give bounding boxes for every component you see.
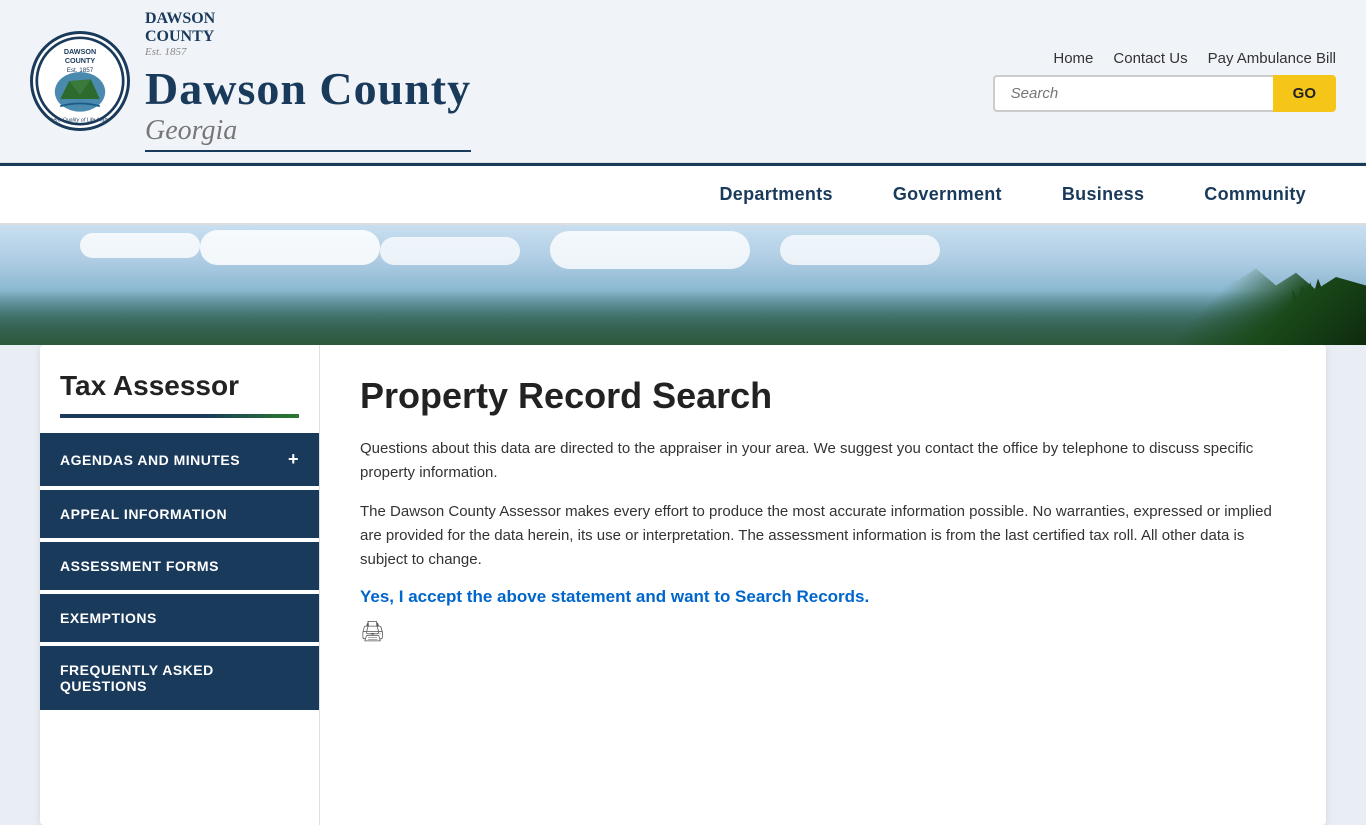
sidebar-item-assessment[interactable]: ASSESSMENT FORMS bbox=[40, 542, 319, 590]
svg-text:COUNTY: COUNTY bbox=[65, 56, 96, 65]
main-content: Property Record Search Questions about t… bbox=[320, 345, 1326, 825]
nav-departments[interactable]: Departments bbox=[689, 166, 862, 223]
header-right: Home Contact Us Pay Ambulance Bill GO bbox=[993, 50, 1336, 112]
dawson-county-title: Dawson County bbox=[145, 62, 471, 115]
cloud-4 bbox=[550, 231, 750, 269]
sidebar-item-faq[interactable]: FREQUENTLY ASKED QUESTIONS bbox=[40, 646, 319, 710]
plus-icon-agendas: + bbox=[288, 449, 299, 470]
sidebar-title: Tax Assessor bbox=[40, 370, 319, 414]
header-top-links: Home Contact Us Pay Ambulance Bill bbox=[1053, 50, 1336, 67]
svg-text:DAWSON: DAWSON bbox=[64, 47, 96, 56]
county-est: Est. 1857 bbox=[145, 46, 471, 58]
nav-community[interactable]: Community bbox=[1174, 166, 1336, 223]
logo-circle: DAWSON COUNTY Est. 1857 "Where Quality o… bbox=[30, 31, 130, 131]
cloud-2 bbox=[200, 230, 380, 265]
sidebar: Tax Assessor AGENDAS AND MINUTES + APPEA… bbox=[40, 345, 320, 825]
sidebar-item-appeal[interactable]: APPEAL INFORMATION bbox=[40, 490, 319, 538]
sidebar-item-agendas[interactable]: AGENDAS AND MINUTES + bbox=[40, 433, 319, 486]
county-name-line1: DAWSON bbox=[145, 10, 471, 28]
sidebar-item-exemptions[interactable]: EXEMPTIONS bbox=[40, 594, 319, 642]
cloud-5 bbox=[780, 235, 940, 265]
logo-area: DAWSON COUNTY Est. 1857 "Where Quality o… bbox=[30, 10, 471, 152]
nav-government[interactable]: Government bbox=[863, 166, 1032, 223]
svg-text:"Where Quality of Life Matters: "Where Quality of Life Matters" bbox=[43, 118, 118, 124]
mountain-base bbox=[0, 290, 1366, 345]
home-link[interactable]: Home bbox=[1053, 50, 1093, 67]
county-georgia-subtitle: Georgia bbox=[145, 115, 471, 152]
page-title: Property Record Search bbox=[360, 375, 1286, 417]
print-icon[interactable]: 🖨 bbox=[360, 621, 385, 643]
search-area: GO bbox=[993, 75, 1336, 112]
header: DAWSON COUNTY Est. 1857 "Where Quality o… bbox=[0, 0, 1366, 163]
nav-business[interactable]: Business bbox=[1032, 166, 1174, 223]
paragraph-1: Questions about this data are directed t… bbox=[360, 437, 1286, 485]
search-button[interactable]: GO bbox=[1273, 75, 1336, 112]
cloud-3 bbox=[380, 237, 520, 265]
page-body: Tax Assessor AGENDAS AND MINUTES + APPEA… bbox=[40, 345, 1326, 825]
sidebar-item-label-assessment: ASSESSMENT FORMS bbox=[60, 558, 219, 574]
hero-banner bbox=[0, 225, 1366, 345]
contact-link[interactable]: Contact Us bbox=[1113, 50, 1187, 67]
cloud-1 bbox=[80, 233, 200, 258]
ambulance-link[interactable]: Pay Ambulance Bill bbox=[1208, 50, 1336, 67]
sidebar-item-label-exemptions: EXEMPTIONS bbox=[60, 610, 157, 626]
accept-link[interactable]: Yes, I accept the above statement and wa… bbox=[360, 587, 869, 607]
county-title: DAWSON COUNTY Est. 1857 Dawson County Ge… bbox=[145, 10, 471, 152]
sidebar-item-label-faq: FREQUENTLY ASKED QUESTIONS bbox=[60, 662, 299, 694]
sidebar-item-label-appeal: APPEAL INFORMATION bbox=[60, 506, 227, 522]
search-input[interactable] bbox=[993, 75, 1273, 112]
sidebar-item-label-agendas: AGENDAS AND MINUTES bbox=[60, 452, 240, 468]
main-nav: Departments Government Business Communit… bbox=[0, 163, 1366, 225]
county-name-line2: COUNTY bbox=[145, 28, 471, 46]
sidebar-underline bbox=[60, 414, 299, 418]
paragraph-2: The Dawson County Assessor makes every e… bbox=[360, 500, 1286, 572]
